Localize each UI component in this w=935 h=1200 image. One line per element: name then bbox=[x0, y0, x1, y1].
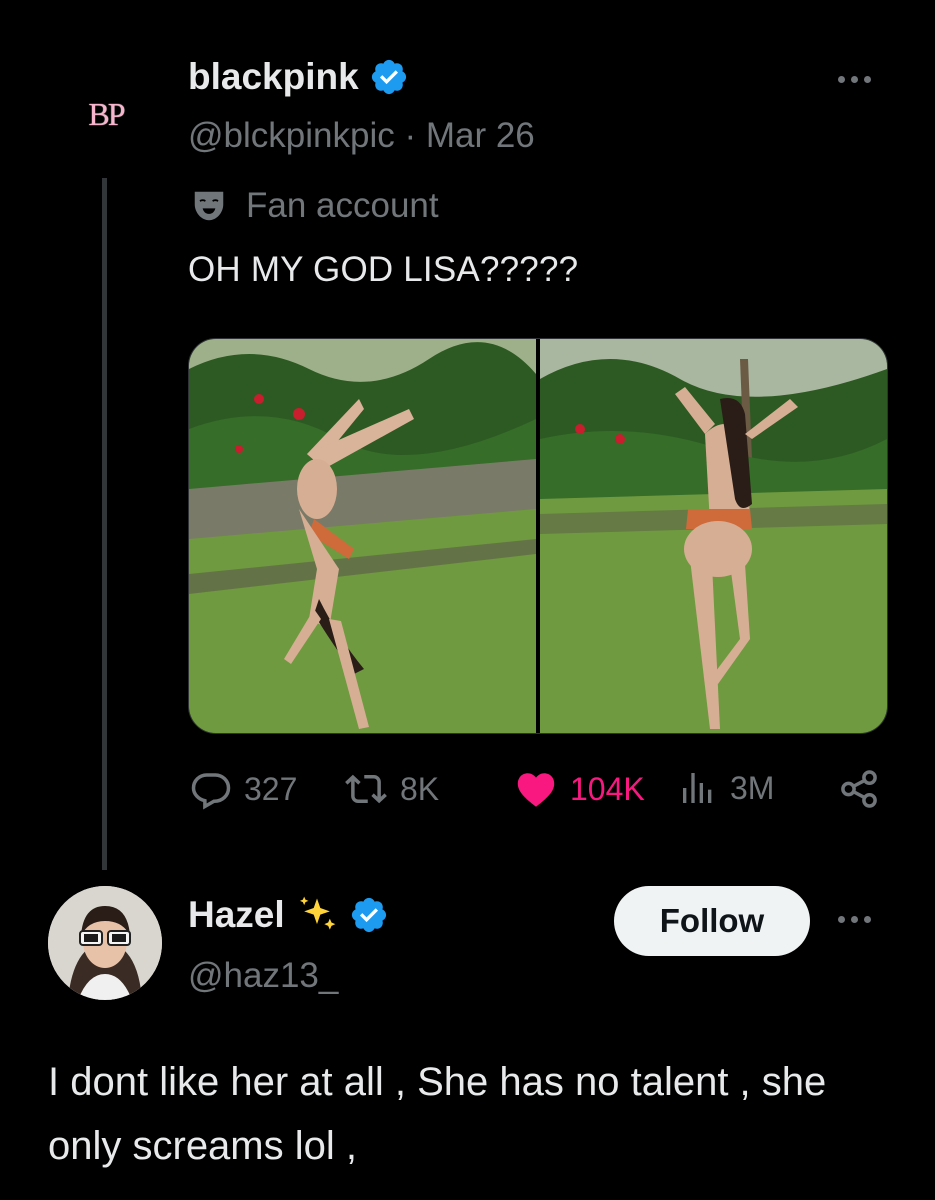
views-count: 3M bbox=[730, 769, 775, 806]
views-icon bbox=[683, 773, 712, 803]
more-icon[interactable] bbox=[838, 76, 871, 83]
verified-badge-icon bbox=[371, 59, 406, 95]
tweet-date[interactable]: Mar 26 bbox=[426, 116, 535, 155]
meta-separator: · bbox=[404, 116, 417, 155]
sparkles-icon bbox=[299, 896, 335, 930]
reply-count: 327 bbox=[244, 770, 298, 807]
avatar-logo-text: BP bbox=[88, 95, 125, 132]
thread-connector-line bbox=[102, 178, 107, 870]
views-action[interactable]: 3M bbox=[678, 768, 774, 808]
author-meta: @blckpinkpic · Mar 26 bbox=[188, 116, 535, 156]
tweet-media-grid[interactable] bbox=[188, 338, 888, 734]
share-icon bbox=[841, 770, 877, 808]
like-action[interactable]: 104K bbox=[514, 768, 645, 810]
avatar[interactable]: BP bbox=[50, 58, 162, 170]
reply-author-handle[interactable]: @haz13_ bbox=[188, 956, 338, 996]
author-handle[interactable]: @blckpinkpic bbox=[188, 116, 395, 155]
tweet-photo-2[interactable] bbox=[540, 339, 887, 733]
reply-text: I dont like her at all , She has no tale… bbox=[48, 1060, 827, 1168]
photo-1-illustration bbox=[189, 339, 536, 733]
tweet-photo-1[interactable] bbox=[189, 339, 536, 733]
reply-display-name[interactable]: Hazel bbox=[188, 894, 285, 936]
reply-icon bbox=[191, 773, 231, 810]
more-icon[interactable] bbox=[838, 916, 871, 923]
repost-action[interactable]: 8K bbox=[344, 768, 439, 810]
verified-badge-icon bbox=[351, 897, 386, 933]
reply-author-name-row[interactable]: Hazel bbox=[188, 893, 389, 937]
tweet-text: OH MY GOD LISA????? bbox=[188, 250, 579, 289]
reply-avatar[interactable] bbox=[48, 886, 162, 1000]
author-name-row[interactable]: blackpink bbox=[188, 56, 409, 98]
repost-icon bbox=[345, 774, 387, 804]
reply-action[interactable]: 327 bbox=[190, 768, 297, 810]
fan-account-label: Fan account bbox=[190, 186, 439, 226]
heart-icon bbox=[517, 773, 555, 807]
follow-button[interactable]: Follow bbox=[614, 886, 810, 956]
author-display-name[interactable]: blackpink bbox=[188, 56, 359, 98]
tweet-actions: 327 8K 104K 3M bbox=[188, 768, 888, 828]
photo-2-illustration bbox=[540, 339, 887, 733]
repost-count: 8K bbox=[400, 770, 440, 807]
fan-account-mask-icon bbox=[194, 191, 224, 221]
share-action[interactable] bbox=[836, 768, 882, 810]
like-count: 104K bbox=[570, 770, 645, 807]
reply-avatar-image bbox=[48, 886, 162, 1000]
fan-account-text: Fan account bbox=[246, 186, 439, 225]
